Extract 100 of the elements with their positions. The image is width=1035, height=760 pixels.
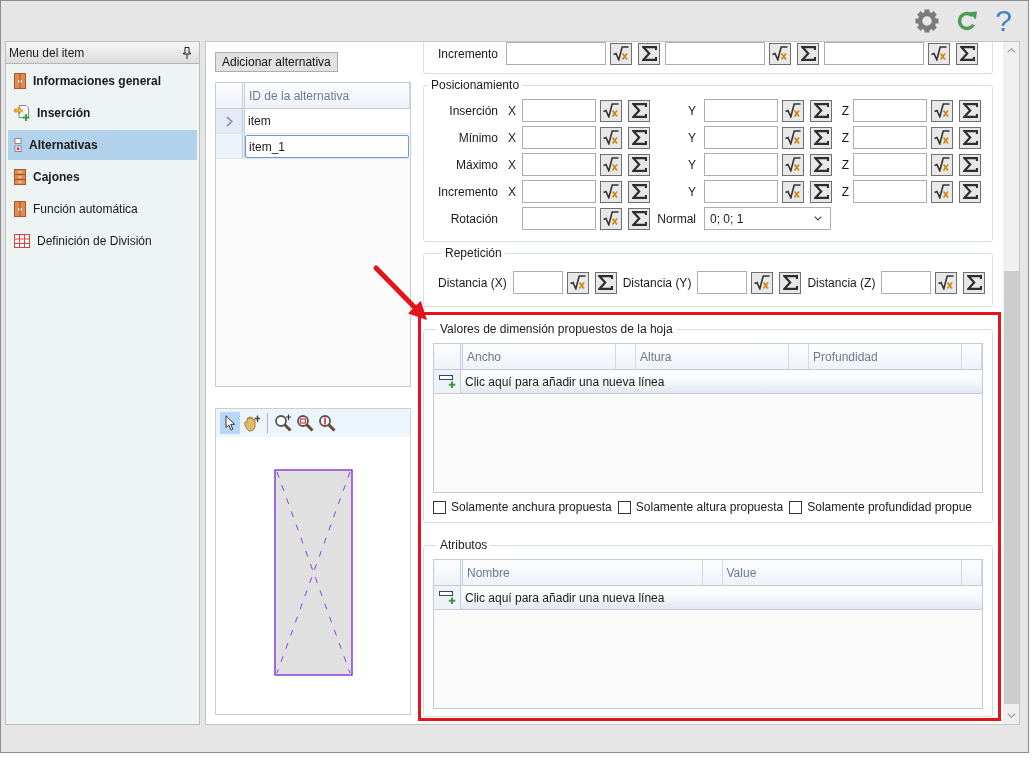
sum-button[interactable] xyxy=(628,153,650,176)
checkbox-label[interactable]: Solamente profundidad propue xyxy=(807,500,972,514)
tool-button[interactable] xyxy=(273,412,293,434)
number-field[interactable] xyxy=(881,271,932,294)
sidebar-item[interactable]: Inserción xyxy=(8,98,197,128)
number-field[interactable] xyxy=(522,153,596,176)
dropdown[interactable]: 0; 0; 1 xyxy=(704,207,831,230)
formula-button[interactable] xyxy=(600,180,622,203)
number-field[interactable] xyxy=(522,207,596,230)
scrollbar-thumb[interactable] xyxy=(1003,271,1019,704)
sum-button[interactable] xyxy=(810,180,832,203)
group-title: Valores de dimensión propuestos de la hoja xyxy=(439,322,674,337)
row-header-cell[interactable] xyxy=(216,134,245,158)
number-field[interactable] xyxy=(704,99,778,122)
magnifier-icon xyxy=(296,414,314,432)
number-field[interactable] xyxy=(704,126,778,149)
axis-label: Z xyxy=(841,103,849,118)
sum-button[interactable] xyxy=(959,153,981,176)
formula-button[interactable] xyxy=(600,207,622,230)
number-field[interactable] xyxy=(522,180,596,203)
column-header[interactable]: ID de la alternativa xyxy=(245,83,410,108)
settings-icon[interactable] xyxy=(915,9,940,33)
formula-button[interactable] xyxy=(782,153,804,176)
formula-button[interactable] xyxy=(769,42,791,65)
number-field[interactable] xyxy=(665,42,765,65)
formula-button[interactable] xyxy=(600,153,622,176)
tool-button[interactable] xyxy=(317,412,337,434)
checkbox[interactable] xyxy=(433,500,446,514)
sidebar-item[interactable]: Función automática xyxy=(8,194,197,224)
formula-button[interactable] xyxy=(935,271,958,294)
sum-button[interactable] xyxy=(594,271,617,294)
table-cell[interactable]: item_1 xyxy=(245,135,409,158)
number-field[interactable] xyxy=(704,153,778,176)
field-label: Distancia (X) xyxy=(438,275,507,290)
formula-button[interactable] xyxy=(610,42,632,65)
number-field[interactable] xyxy=(824,42,924,65)
sum-button[interactable] xyxy=(959,99,981,122)
pin-icon[interactable] xyxy=(183,46,191,59)
column-header[interactable]: Ancho xyxy=(463,344,616,369)
sum-button[interactable] xyxy=(956,42,978,65)
sum-button[interactable] xyxy=(959,180,981,203)
formula-button[interactable] xyxy=(931,180,953,203)
sum-button[interactable] xyxy=(810,126,832,149)
formula-button[interactable] xyxy=(928,42,950,65)
number-field[interactable] xyxy=(853,126,927,149)
checkbox[interactable] xyxy=(789,500,803,514)
sigma-icon xyxy=(631,130,647,145)
checkbox[interactable] xyxy=(617,500,631,514)
add-row-prompt[interactable]: Clic aquí para añadir una nueva línea xyxy=(461,586,982,609)
sum-button[interactable] xyxy=(628,207,650,230)
sum-button[interactable] xyxy=(963,271,986,294)
column-header[interactable]: Profundidad xyxy=(809,344,962,369)
sidebar-item[interactable]: Definición de División xyxy=(8,226,197,256)
sum-button[interactable] xyxy=(959,126,981,149)
number-field[interactable] xyxy=(697,271,748,294)
add-alternative-button[interactable]: Adicionar alternativa xyxy=(215,52,338,72)
sum-button[interactable] xyxy=(797,42,819,65)
formula-button[interactable] xyxy=(566,271,589,294)
sum-button[interactable] xyxy=(810,99,832,122)
checkbox-label[interactable]: Solamente anchura propuesta xyxy=(451,500,612,514)
formula-button[interactable] xyxy=(782,126,804,149)
sum-button[interactable] xyxy=(628,126,650,149)
formula-button[interactable] xyxy=(931,99,953,122)
formula-button[interactable] xyxy=(931,126,953,149)
number-field[interactable] xyxy=(506,42,606,65)
table-cell[interactable]: item xyxy=(245,109,410,133)
row-header-cell[interactable] xyxy=(216,109,245,133)
number-field[interactable] xyxy=(522,99,596,122)
add-row-prompt[interactable]: Clic aquí para añadir una nueva línea xyxy=(461,370,982,393)
checkbox-label[interactable]: Solamente altura propuesta xyxy=(635,500,784,514)
formula-button[interactable] xyxy=(600,126,622,149)
formula-button[interactable] xyxy=(931,153,953,176)
axis-label: Y xyxy=(688,103,696,118)
number-field[interactable] xyxy=(704,180,778,203)
sidebar-item[interactable]: Alternativas xyxy=(8,130,197,160)
sidebar-item[interactable]: Cajones xyxy=(8,162,197,192)
formula-button[interactable] xyxy=(600,99,622,122)
tool-button[interactable] xyxy=(220,412,240,434)
number-field[interactable] xyxy=(853,180,927,203)
number-field[interactable] xyxy=(853,99,927,122)
sum-button[interactable] xyxy=(628,180,650,203)
number-field[interactable] xyxy=(522,126,596,149)
sidebar-item[interactable]: Informaciones general xyxy=(8,66,197,96)
formula-button[interactable] xyxy=(782,99,804,122)
number-field[interactable] xyxy=(853,153,927,176)
column-header[interactable]: Value xyxy=(722,560,962,585)
cabinet-icon xyxy=(14,201,26,217)
axis-label: Y xyxy=(688,184,696,199)
column-header[interactable]: Nombre xyxy=(463,560,703,585)
sum-button[interactable] xyxy=(628,99,650,122)
formula-button[interactable] xyxy=(751,271,774,294)
sum-button[interactable] xyxy=(810,153,832,176)
sum-button[interactable] xyxy=(779,271,802,294)
formula-button[interactable] xyxy=(782,180,804,203)
refresh-icon[interactable] xyxy=(955,9,980,33)
number-field[interactable] xyxy=(512,271,563,294)
column-header[interactable]: Altura xyxy=(636,344,789,369)
sum-button[interactable] xyxy=(638,42,660,65)
scrollbar[interactable] xyxy=(1003,42,1019,724)
tool-button[interactable] xyxy=(295,412,315,434)
